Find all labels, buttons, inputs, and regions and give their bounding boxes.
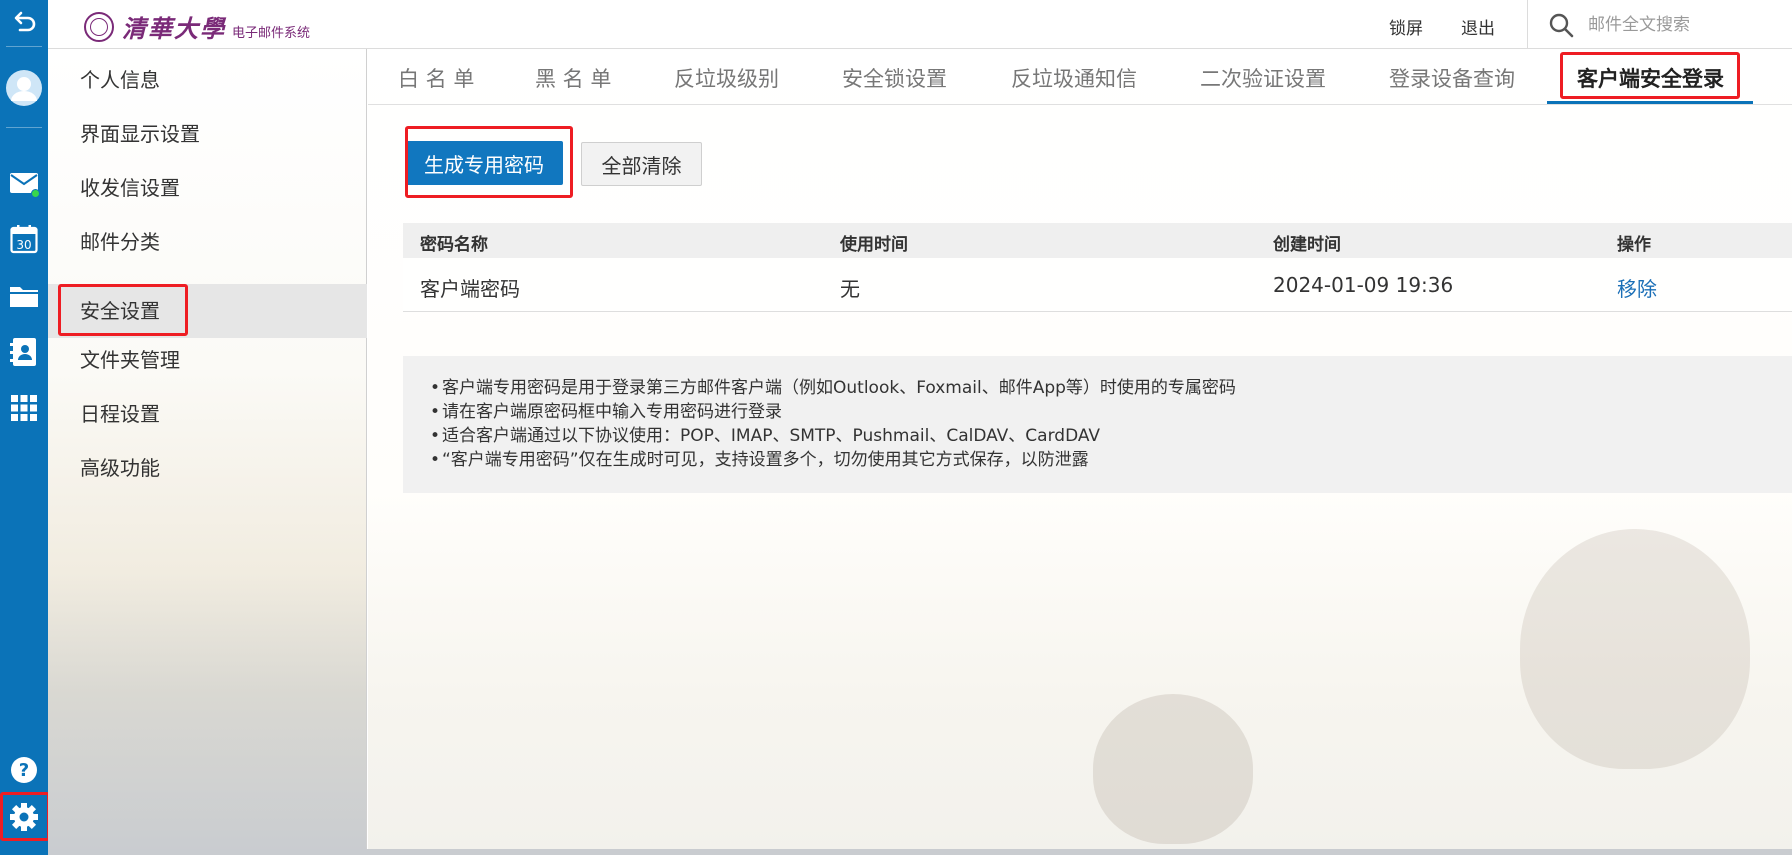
- tab-highlight-box: [1560, 52, 1740, 99]
- search-box[interactable]: [1548, 10, 1788, 40]
- table-row: 客户端密码 无 2024-01-09 19:36 移除: [403, 258, 1792, 312]
- clear-all-button[interactable]: 全部清除: [581, 142, 702, 186]
- header-divider: [1527, 0, 1528, 49]
- cell-created-time: 2024-01-09 19:36: [1273, 273, 1454, 297]
- tab-security-lock[interactable]: 安全锁设置: [842, 63, 947, 93]
- bottom-border: [48, 849, 1792, 855]
- help-icon[interactable]: ?: [0, 750, 48, 790]
- lock-screen-link[interactable]: 锁屏: [1389, 14, 1423, 39]
- calendar-icon[interactable]: 30: [0, 219, 48, 259]
- icon-rail: 30 ?: [0, 0, 48, 855]
- logo-subtitle: 电子邮件系统: [232, 26, 311, 41]
- cell-password-name: 客户端密码: [420, 277, 520, 301]
- tab-whitelist[interactable]: 白 名 单: [398, 63, 474, 93]
- sidebar-item-send-receive[interactable]: 收发信设置: [48, 161, 367, 215]
- security-tabs: 白 名 单 黑 名 单 反垃圾级别 安全锁设置 反垃圾通知信 二次验证设置 登录…: [368, 49, 1792, 105]
- note-item: • “客户端专用密码”仅在生成时可见，支持设置多个，切勿使用其它方式保存，以防泄露: [430, 450, 1089, 470]
- table-header: 密码名称 使用时间 创建时间 操作: [403, 223, 1792, 258]
- unread-dot-icon: [31, 189, 40, 198]
- column-header-used-time: 使用时间: [840, 235, 908, 255]
- calendar-day: 30: [16, 238, 31, 252]
- sidebar-item-schedule[interactable]: 日程设置: [48, 387, 367, 441]
- top-header: 清華大學 电子邮件系统 锁屏 退出: [48, 0, 1792, 49]
- tab-two-factor[interactable]: 二次验证设置: [1200, 63, 1326, 93]
- search-input[interactable]: [1588, 15, 1788, 35]
- back-icon[interactable]: [0, 2, 48, 42]
- contacts-icon[interactable]: [0, 332, 48, 372]
- remove-link[interactable]: 移除: [1617, 273, 1657, 302]
- note-text: 请在客户端原密码框中输入专用密码进行登录: [442, 402, 782, 422]
- cell-used-time: 无: [840, 277, 860, 301]
- note-item: • 客户端专用密码是用于登录第三方邮件客户端（例如Outlook、Foxmail、…: [430, 378, 1236, 398]
- column-header-name: 密码名称: [420, 235, 488, 255]
- svg-text:?: ?: [19, 760, 29, 781]
- tab-antispam-level[interactable]: 反垃圾级别: [674, 63, 779, 93]
- logout-link[interactable]: 退出: [1461, 14, 1495, 39]
- password-table: 密码名称 使用时间 创建时间 操作 客户端密码 无 2024-01-09 19:…: [403, 223, 1792, 312]
- note-text: “客户端专用密码”仅在生成时可见，支持设置多个，切勿使用其它方式保存，以防泄露: [442, 450, 1089, 470]
- settings-highlight-box: [0, 792, 50, 841]
- sidebar-item-advanced[interactable]: 高级功能: [48, 441, 367, 495]
- rail-divider: [6, 127, 42, 128]
- balloon-decoration: [1520, 529, 1750, 769]
- security-highlight-box: [58, 284, 188, 336]
- sidebar-item-personal-info[interactable]: 个人信息: [48, 53, 367, 107]
- sidebar-item-mail-category[interactable]: 邮件分类: [48, 215, 367, 269]
- generate-highlight-box: [405, 126, 573, 198]
- search-icon[interactable]: [1548, 12, 1574, 38]
- balloon-decoration: [1093, 694, 1253, 844]
- column-header-action: 操作: [1617, 235, 1651, 255]
- tab-blacklist[interactable]: 黑 名 单: [535, 63, 611, 93]
- folder-icon[interactable]: [0, 275, 48, 315]
- active-tab-underline: [1547, 101, 1753, 104]
- note-text: 适合客户端通过以下协议使用：POP、IMAP、SMTP、Pushmail、Cal…: [442, 426, 1101, 446]
- avatar[interactable]: [0, 66, 48, 110]
- main-panel: 白 名 单 黑 名 单 反垃圾级别 安全锁设置 反垃圾通知信 二次验证设置 登录…: [368, 49, 1792, 855]
- tab-antispam-notice[interactable]: 反垃圾通知信: [1011, 63, 1137, 93]
- note-text: 客户端专用密码是用于登录第三方邮件客户端（例如Outlook、Foxmail、邮…: [442, 378, 1236, 398]
- note-item: • 请在客户端原密码框中输入专用密码进行登录: [430, 402, 782, 422]
- sidebar-item-display[interactable]: 界面显示设置: [48, 107, 367, 161]
- apps-grid-icon[interactable]: [0, 388, 48, 428]
- column-header-created-time: 创建时间: [1273, 235, 1341, 255]
- sidebar-item-folder-manage[interactable]: 文件夹管理: [48, 333, 367, 387]
- mail-icon[interactable]: [0, 163, 48, 203]
- help-notes: • 客户端专用密码是用于登录第三方邮件客户端（例如Outlook、Foxmail、…: [403, 356, 1792, 493]
- note-item: • 适合客户端通过以下协议使用：POP、IMAP、SMTP、Pushmail、Ca…: [430, 426, 1101, 446]
- settings-sidebar: 个人信息 界面显示设置 收发信设置 邮件分类 安全设置 文件夹管理 日程设置 高…: [48, 49, 367, 855]
- rail-divider: [6, 46, 42, 47]
- university-seal-icon: [84, 11, 114, 42]
- tab-login-devices[interactable]: 登录设备查询: [1389, 63, 1515, 93]
- brand-logo[interactable]: 清華大學 电子邮件系统: [84, 9, 310, 44]
- logo-calligraphy: 清華大學: [122, 14, 226, 43]
